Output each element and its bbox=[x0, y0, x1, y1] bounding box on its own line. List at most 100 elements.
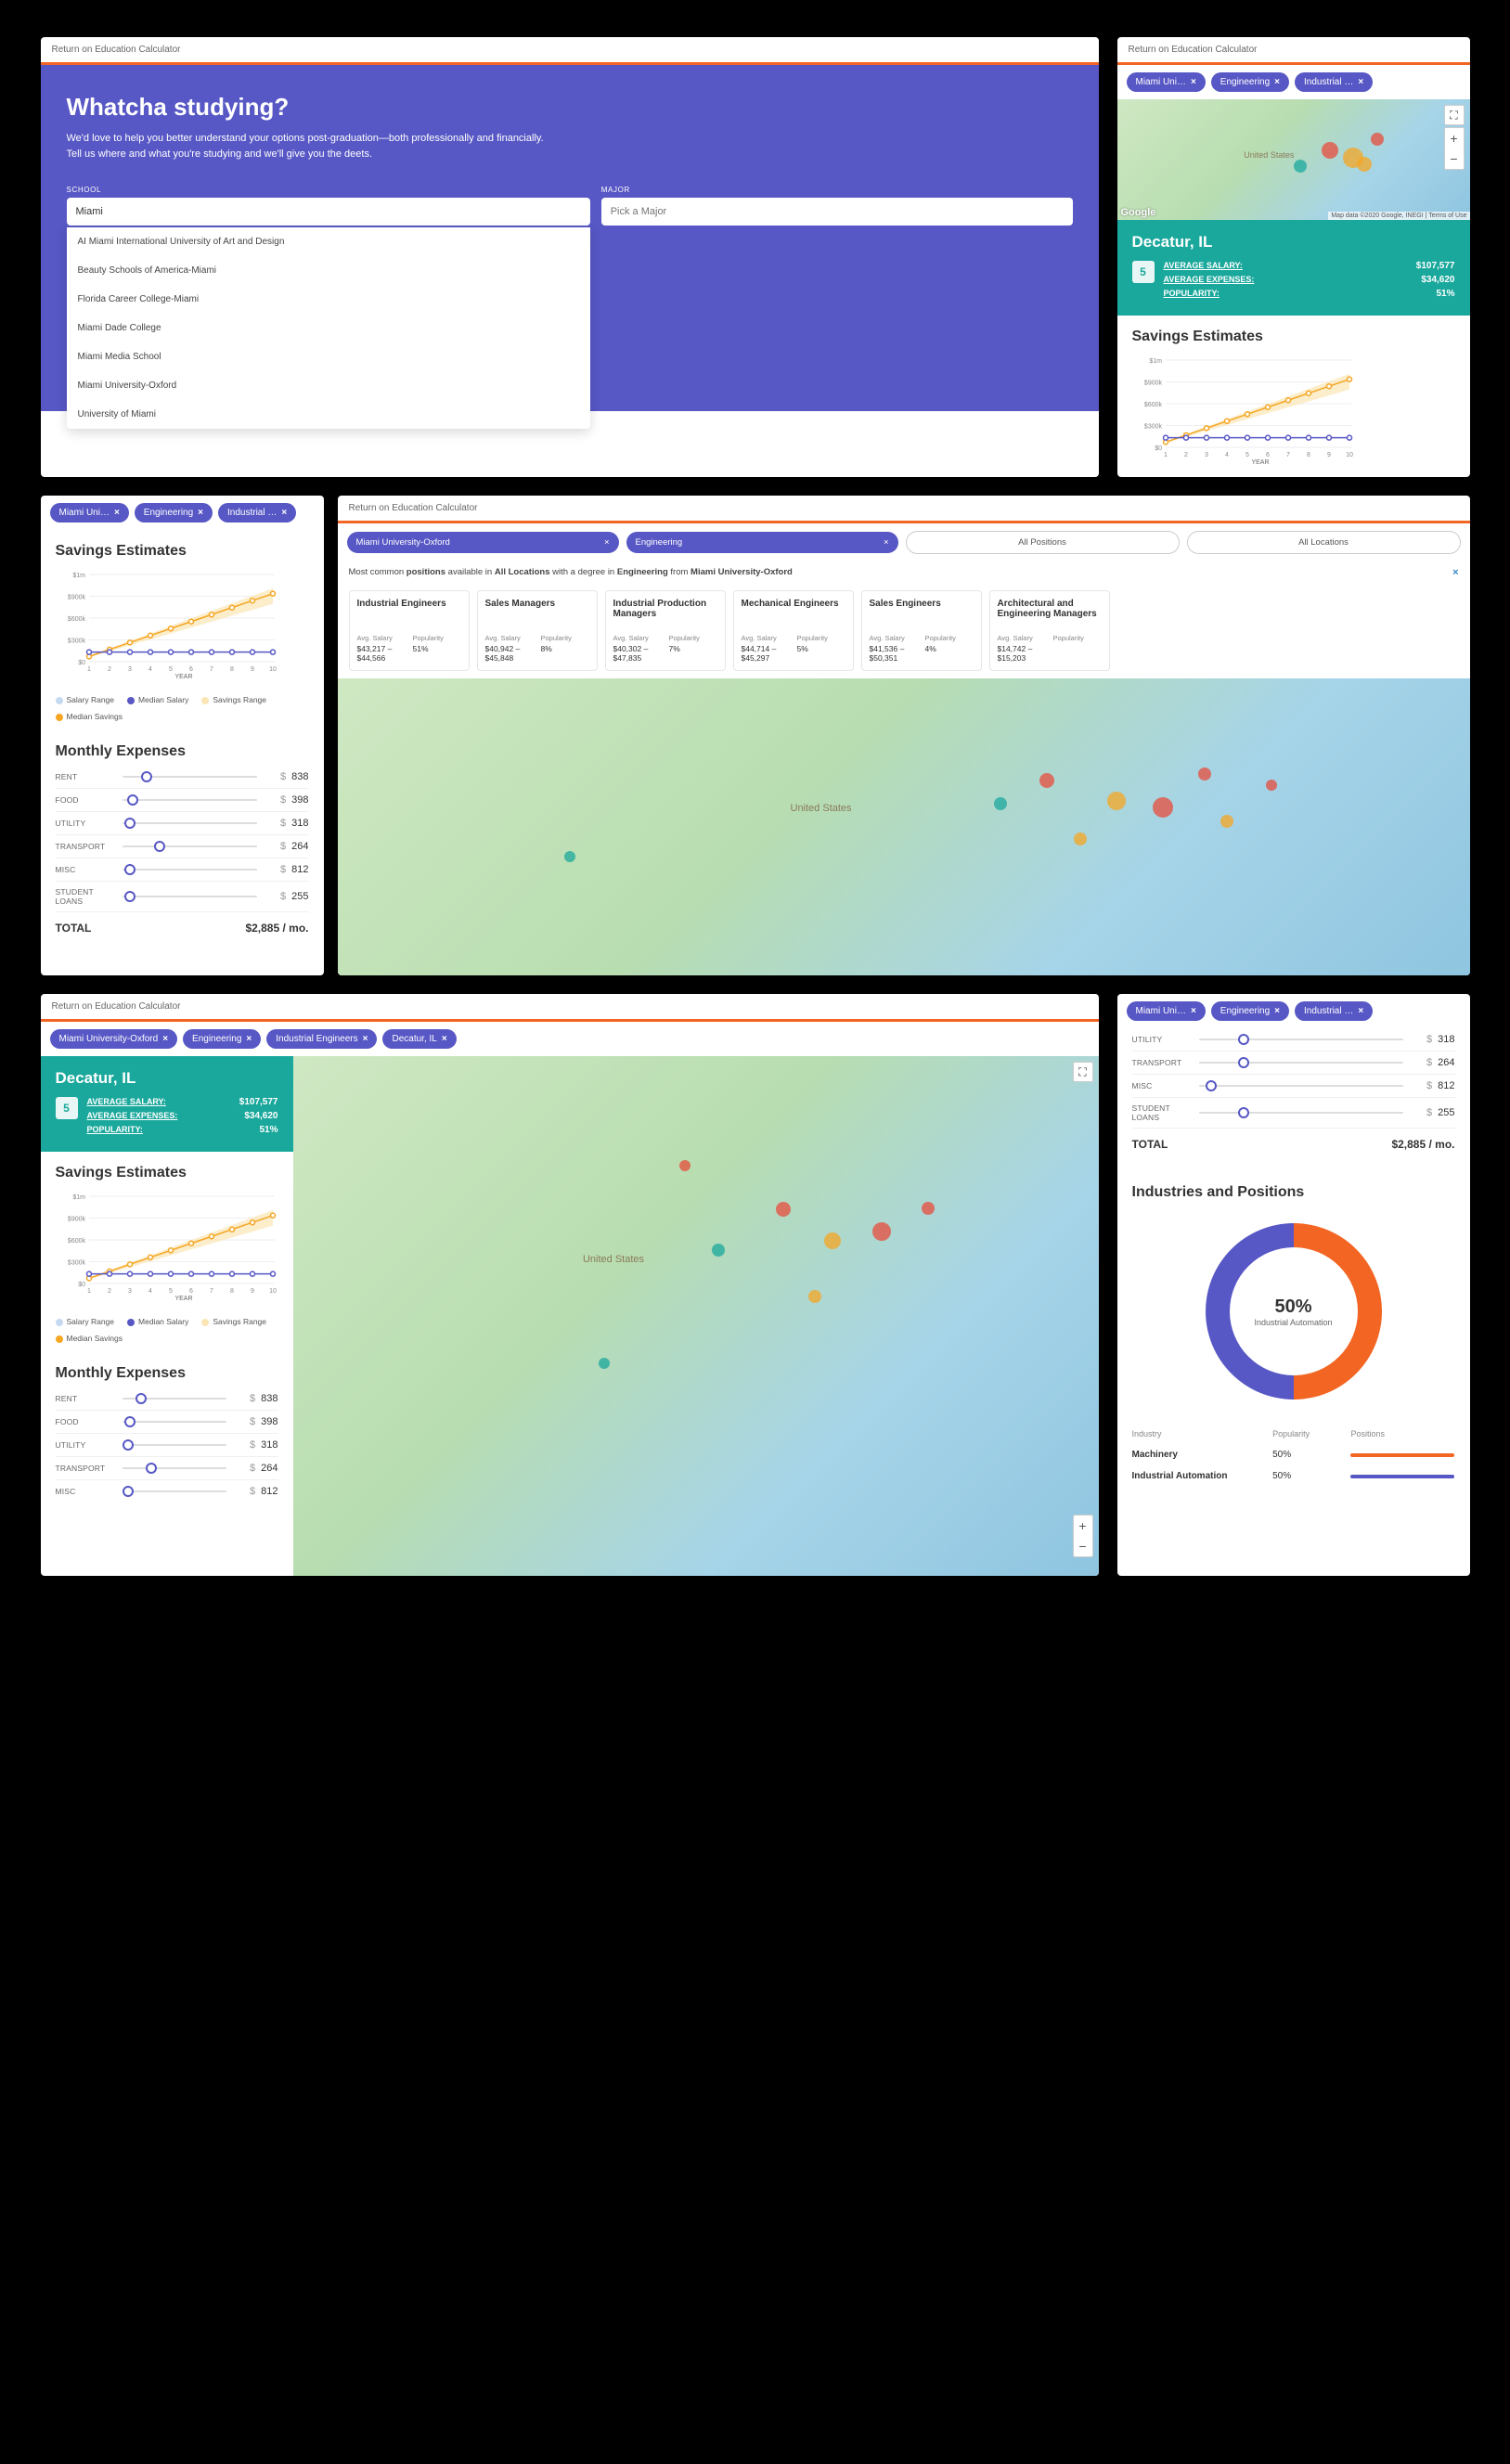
position-card[interactable]: Industrial Production ManagersAvg. Salar… bbox=[605, 590, 726, 671]
expense-slider[interactable] bbox=[123, 1490, 226, 1492]
map-attribution: Map data ©2020 Google, INEGI | Terms of … bbox=[1328, 212, 1469, 220]
close-icon[interactable]: × bbox=[162, 1034, 168, 1044]
major-input[interactable] bbox=[601, 198, 1073, 226]
filter-chip[interactable]: Engineering × bbox=[1211, 72, 1289, 92]
expense-slider[interactable] bbox=[123, 822, 257, 824]
svg-text:10: 10 bbox=[269, 1288, 277, 1295]
legend-median-salary: Median Salary bbox=[127, 695, 188, 704]
page-subtitle: We'd love to help you better understand … bbox=[67, 131, 549, 161]
close-icon[interactable]: × bbox=[442, 1034, 447, 1044]
expense-label: MISC bbox=[1132, 1081, 1192, 1090]
position-card[interactable]: Sales EngineersAvg. Salary$41,536 – $50,… bbox=[861, 590, 982, 671]
filter-chip[interactable]: Miami Uni… × bbox=[50, 503, 129, 522]
position-title: Architectural and Engineering Managers bbox=[998, 599, 1102, 625]
close-icon[interactable]: × bbox=[198, 508, 203, 518]
zoom-out-button[interactable]: − bbox=[1445, 148, 1464, 169]
expense-slider[interactable] bbox=[123, 1398, 226, 1400]
filter-chip[interactable]: Miami Uni… × bbox=[1127, 72, 1206, 92]
school-pill[interactable]: Miami University-Oxford× bbox=[347, 532, 619, 553]
autocomplete-option[interactable]: Miami University-Oxford bbox=[67, 371, 590, 400]
expense-slider[interactable] bbox=[123, 896, 257, 897]
expense-slider[interactable] bbox=[123, 845, 257, 847]
expense-slider[interactable] bbox=[1199, 1112, 1403, 1114]
svg-text:1: 1 bbox=[87, 1288, 91, 1295]
filter-chip[interactable]: Industrial … × bbox=[218, 503, 296, 522]
expense-label: TRANSPORT bbox=[56, 842, 115, 851]
close-icon[interactable]: × bbox=[884, 537, 889, 548]
expense-slider[interactable] bbox=[123, 1421, 226, 1423]
autocomplete-option[interactable]: University of Miami bbox=[67, 400, 590, 429]
zoom-out-button[interactable]: − bbox=[1074, 1536, 1092, 1556]
popularity-label[interactable]: POPULARITY: bbox=[1164, 289, 1220, 299]
expense-value: $838 bbox=[265, 771, 309, 782]
map[interactable]: United States bbox=[338, 678, 1470, 975]
positions-filter[interactable]: All Positions bbox=[906, 531, 1180, 554]
expense-slider[interactable] bbox=[1199, 1085, 1403, 1087]
map[interactable]: ⛶ + − United States bbox=[293, 1056, 1099, 1576]
industry-row[interactable]: Industrial Automation50% bbox=[1132, 1465, 1455, 1487]
position-card[interactable]: Architectural and Engineering ManagersAv… bbox=[989, 590, 1110, 671]
savings-title: Savings Estimates bbox=[41, 530, 324, 565]
close-icon[interactable]: × bbox=[114, 508, 120, 518]
school-input[interactable] bbox=[67, 198, 590, 226]
close-icon[interactable]: × bbox=[281, 508, 287, 518]
close-icon[interactable]: × bbox=[246, 1034, 252, 1044]
close-icon[interactable]: × bbox=[1191, 1006, 1196, 1016]
major-label: MAJOR bbox=[601, 186, 1073, 194]
close-icon[interactable]: × bbox=[1358, 77, 1363, 87]
breadcrumb: Return on Education Calculator bbox=[338, 496, 1470, 521]
filter-chip[interactable]: Miami University-Oxford × bbox=[50, 1029, 178, 1049]
filter-chip[interactable]: Engineering × bbox=[1211, 1001, 1289, 1021]
expense-slider[interactable] bbox=[123, 799, 257, 801]
zoom-in-button[interactable]: + bbox=[1074, 1516, 1092, 1536]
filter-chip[interactable]: Engineering × bbox=[183, 1029, 261, 1049]
map-label: United States bbox=[791, 803, 852, 814]
expense-slider[interactable] bbox=[123, 1467, 226, 1469]
salary-label[interactable]: AVERAGE SALARY: bbox=[1164, 261, 1243, 271]
autocomplete-option[interactable]: AI Miami International University of Art… bbox=[67, 227, 590, 256]
svg-text:10: 10 bbox=[269, 666, 277, 673]
position-card[interactable]: Sales ManagersAvg. Salary$40,942 – $45,8… bbox=[477, 590, 598, 671]
filter-chip[interactable]: Miami Uni… × bbox=[1127, 1001, 1206, 1021]
close-icon[interactable]: × bbox=[604, 537, 610, 548]
filter-chip[interactable]: Engineering × bbox=[135, 503, 213, 522]
locations-filter[interactable]: All Locations bbox=[1187, 531, 1461, 554]
autocomplete-option[interactable]: Florida Career College-Miami bbox=[67, 285, 590, 314]
total-value: $2,885 / mo. bbox=[245, 922, 308, 935]
position-card[interactable]: Industrial EngineersAvg. Salary$43,217 –… bbox=[349, 590, 470, 671]
expense-value: $812 bbox=[265, 864, 309, 875]
expenses-title: Monthly Expenses bbox=[41, 730, 324, 766]
expense-slider[interactable] bbox=[123, 869, 257, 871]
zoom-in-button[interactable]: + bbox=[1445, 128, 1464, 148]
close-icon[interactable]: × bbox=[1191, 77, 1196, 87]
svg-text:5: 5 bbox=[169, 666, 173, 673]
filter-chip[interactable]: Industrial … × bbox=[1295, 72, 1373, 92]
expenses-label[interactable]: AVERAGE EXPENSES: bbox=[1164, 275, 1255, 285]
filter-chip[interactable]: Industrial … × bbox=[1295, 1001, 1373, 1021]
autocomplete-option[interactable]: Miami Dade College bbox=[67, 314, 590, 342]
filter-chip[interactable]: Industrial Engineers × bbox=[266, 1029, 377, 1049]
expense-slider[interactable] bbox=[1199, 1062, 1403, 1064]
close-icon[interactable]: × bbox=[363, 1034, 368, 1044]
close-icon[interactable]: × bbox=[1274, 1006, 1280, 1016]
position-card[interactable]: Mechanical EngineersAvg. Salary$44,714 –… bbox=[733, 590, 854, 671]
expense-slider[interactable] bbox=[123, 1444, 226, 1446]
svg-text:YEAR: YEAR bbox=[174, 674, 192, 680]
autocomplete-option[interactable]: Miami Media School bbox=[67, 342, 590, 371]
close-icon[interactable]: × bbox=[1358, 1006, 1363, 1016]
close-icon[interactable]: × bbox=[1452, 567, 1458, 578]
map[interactable]: ⛶ + − Google Map data ©2020 Google, INEG… bbox=[1117, 99, 1470, 220]
autocomplete-option[interactable]: Beauty Schools of America-Miami bbox=[67, 256, 590, 285]
expense-label: FOOD bbox=[56, 795, 115, 805]
major-pill[interactable]: Engineering× bbox=[626, 532, 898, 553]
fullscreen-button[interactable]: ⛶ bbox=[1444, 105, 1465, 125]
expense-slider[interactable] bbox=[123, 776, 257, 778]
close-icon[interactable]: × bbox=[1274, 77, 1280, 87]
industry-row[interactable]: Machinery50% bbox=[1132, 1444, 1455, 1465]
filter-chip[interactable]: Decatur, IL × bbox=[382, 1029, 456, 1049]
svg-text:1: 1 bbox=[1164, 452, 1168, 458]
expense-slider[interactable] bbox=[1199, 1038, 1403, 1040]
breadcrumb: Return on Education Calculator bbox=[41, 994, 1099, 1019]
svg-text:8: 8 bbox=[230, 1288, 234, 1295]
fullscreen-button[interactable]: ⛶ bbox=[1073, 1062, 1093, 1082]
